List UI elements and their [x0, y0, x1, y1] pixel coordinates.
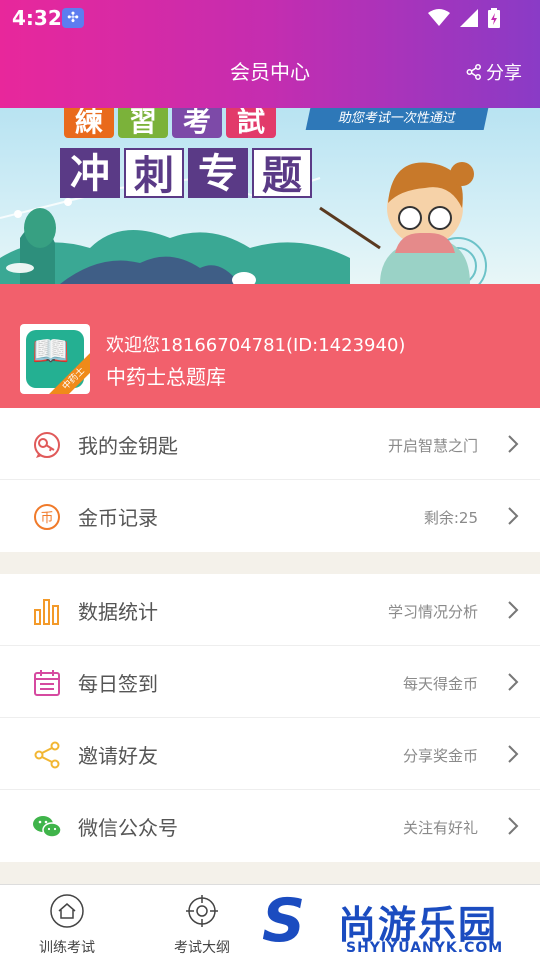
avatar[interactable]: 📖 中药士 [20, 324, 90, 394]
banner-title-top: 練 習 考 試 [64, 108, 276, 138]
top-bar: 4:32 ✣ 会员中心 分享 [0, 0, 540, 108]
menu-hint: 学习情况分析 [387, 603, 478, 621]
promo-banner[interactable]: 助您考试一次性通过 練 習 考 試 冲 刺 专 题 [0, 108, 540, 284]
signal-icon [460, 9, 478, 27]
menu-group-1: 我的金钥匙 开启智慧之门 币 金币记录 剩余:25 [0, 408, 540, 552]
book-icon: 📖 [32, 334, 70, 369]
site-watermark: S 尚游乐园 SHYIYUANYK.COM [262, 890, 540, 960]
menu-item-wechat-account[interactable]: 微信公众号 关注有好礼 [0, 790, 540, 862]
bar-chart-icon [34, 599, 59, 625]
chevron-right-icon [508, 601, 519, 619]
calendar-icon [34, 670, 60, 696]
banner-char: 专 [188, 148, 248, 198]
banner-char: 冲 [60, 148, 120, 198]
menu-label: 每日签到 [78, 672, 158, 696]
menu-item-daily-checkin[interactable]: 每日签到 每天得金币 [0, 646, 540, 718]
home-icon [50, 894, 84, 928]
banner-char: 考 [172, 108, 222, 138]
menu-label: 金币记录 [78, 506, 158, 530]
welcome-text: 欢迎您18166704781(ID:1423940) [106, 335, 406, 356]
wechat-icon [33, 816, 62, 838]
banner-char: 题 [252, 148, 312, 199]
chevron-right-icon [508, 673, 519, 691]
banner-char: 練 [64, 108, 114, 138]
battery-icon [488, 8, 500, 28]
menu-group-2: 数据统计 学习情况分析 每日签到 每天得金币 邀请好友 分享奖金币 微信公众号 [0, 574, 540, 862]
chevron-right-icon [508, 435, 519, 453]
chevron-right-icon [508, 817, 519, 835]
share-label: 分享 [486, 63, 522, 84]
share-icon [34, 741, 60, 769]
nav-label: 训练考试 [39, 940, 95, 956]
menu-label: 邀请好友 [78, 744, 158, 768]
target-icon [186, 895, 218, 927]
menu-hint: 开启智慧之门 [387, 437, 478, 455]
page-title: 会员中心 [230, 60, 310, 84]
chevron-right-icon [508, 745, 519, 763]
chevron-right-icon [508, 507, 519, 525]
menu-item-golden-key[interactable]: 我的金钥匙 开启智慧之门 [0, 408, 540, 480]
nav-training-exam[interactable]: 训练考试 [27, 893, 107, 957]
banner-char: 習 [118, 108, 168, 138]
menu-label: 微信公众号 [78, 816, 178, 840]
menu-hint: 关注有好礼 [402, 819, 478, 837]
fan-app-icon: ✣ [62, 8, 84, 28]
svg-text:币: 币 [40, 511, 53, 526]
share-button[interactable]: 分享 [466, 59, 522, 85]
menu-hint: 分享奖金币 [402, 747, 478, 765]
menu-label: 数据统计 [78, 600, 158, 624]
status-time: 4:32 [12, 6, 62, 30]
banner-tagline: 助您考试一次性通过 [305, 108, 489, 130]
watermark-en: SHYIYUANYK.COM [346, 940, 504, 956]
menu-item-coin-records[interactable]: 币 金币记录 剩余:25 [0, 480, 540, 552]
wifi-icon [428, 9, 450, 26]
key-icon [34, 432, 60, 458]
share-icon [466, 64, 481, 80]
menu-label: 我的金钥匙 [78, 434, 178, 458]
status-bar: 4:32 ✣ [0, 0, 540, 36]
menu-item-invite-friends[interactable]: 邀请好友 分享奖金币 [0, 718, 540, 790]
nav-label: 考试大纲 [174, 940, 230, 956]
question-bank-name: 中药士总题库 [106, 365, 226, 389]
status-icons [428, 8, 500, 28]
profile-card: 📖 中药士 欢迎您18166704781(ID:1423940) 中药士总题库 [0, 284, 540, 408]
banner-char: 試 [226, 108, 276, 138]
banner-char: 刺 [124, 148, 184, 199]
menu-hint: 每天得金币 [402, 675, 478, 693]
watermark-logo-icon: S [262, 886, 306, 956]
menu-hint: 剩余:25 [423, 509, 478, 527]
nav-exam-outline[interactable]: 考试大纲 [162, 893, 242, 957]
banner-title-main: 冲 刺 专 题 [60, 148, 312, 199]
coin-icon: 币 [34, 504, 60, 530]
menu-item-data-stats[interactable]: 数据统计 学习情况分析 [0, 574, 540, 646]
